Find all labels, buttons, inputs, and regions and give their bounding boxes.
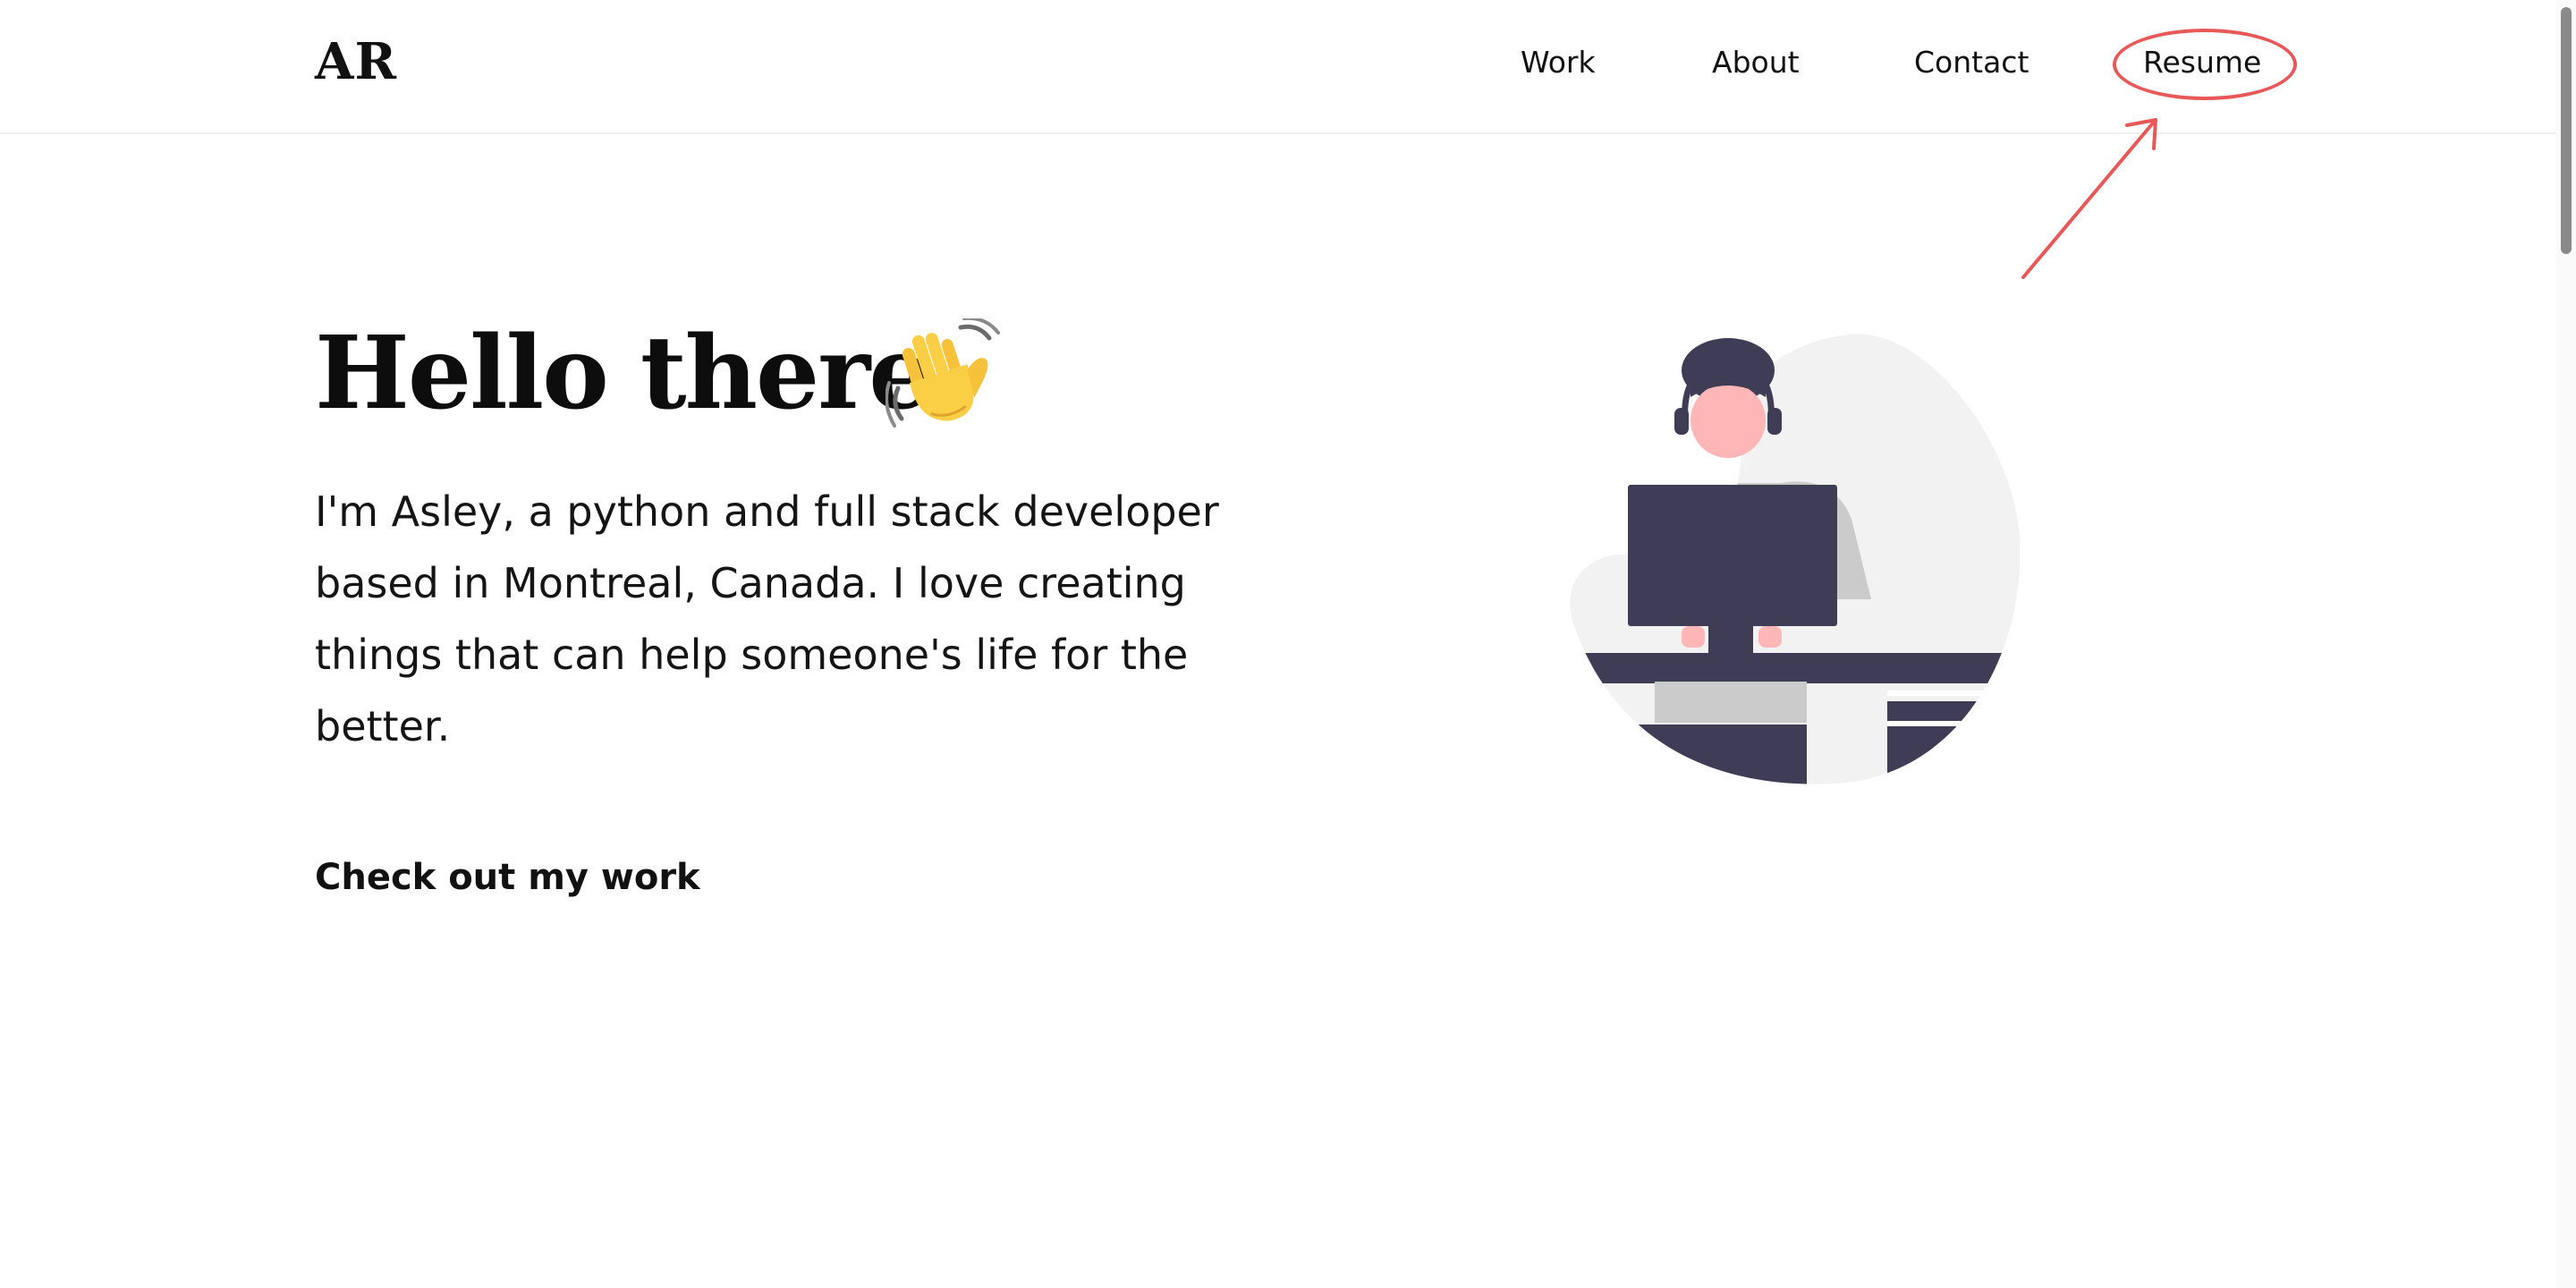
nav-about-link[interactable]: About xyxy=(1712,45,1800,80)
developer-at-computer-illustration xyxy=(1570,334,2021,784)
waving-hand-icon xyxy=(886,318,1000,428)
scrollbar[interactable] xyxy=(2556,0,2576,1288)
nav-work-link[interactable]: Work xyxy=(1521,45,1596,80)
nav-contact-link[interactable]: Contact xyxy=(1914,45,2029,80)
page: AR Work About Contact Resume Hello there xyxy=(0,0,2576,1288)
hero-title: Hello there xyxy=(315,315,933,432)
annotation-circle xyxy=(2113,29,2297,100)
scrollbar-thumb[interactable] xyxy=(2561,7,2572,254)
check-out-work-link[interactable]: Check out my work xyxy=(315,857,700,898)
hero-intro-text: I'm Asley, a python and full stack devel… xyxy=(315,487,1219,750)
